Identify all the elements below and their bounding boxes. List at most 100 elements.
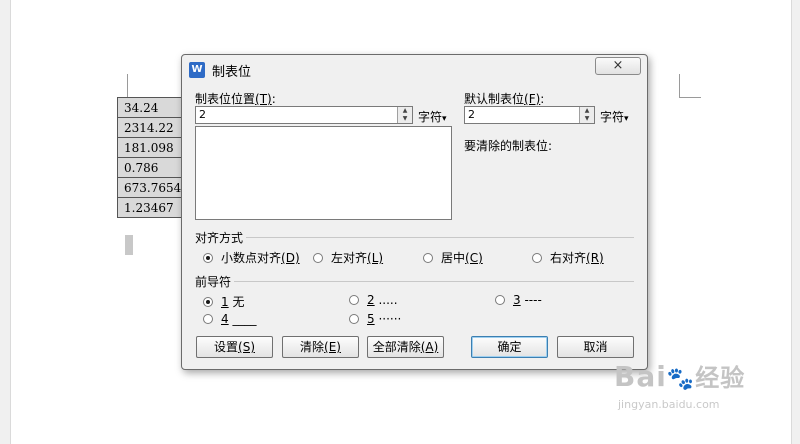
leader-4-number: 4: [221, 312, 229, 326]
clear-all-button-label: 全部清除: [372, 340, 421, 354]
align-right-mnemonic: (R): [586, 251, 604, 265]
default-tab-unit: 字符: [600, 110, 625, 124]
clear-button-label: 清除: [300, 340, 325, 354]
leader-divider: [234, 281, 634, 282]
radio-indicator: [532, 253, 542, 263]
tab-positions-list[interactable]: [195, 126, 452, 220]
default-tab-input[interactable]: 2 ▲ ▼: [464, 106, 595, 124]
radio-indicator: [495, 295, 505, 305]
tab-position-mnemonic: (T): [255, 92, 272, 106]
set-button-mnemonic: (S): [238, 340, 255, 354]
table-cell[interactable]: 1.23467: [116, 197, 183, 218]
leader-2-number: 2: [367, 293, 375, 307]
leader-5-radio[interactable]: 5 ······: [349, 312, 401, 326]
leader-3-number: 3: [513, 293, 521, 307]
align-left-radio[interactable]: 左对齐(L): [313, 249, 383, 266]
clear-button-mnemonic: (E): [324, 340, 341, 354]
leader-2-radio[interactable]: 2 .....: [349, 293, 398, 307]
tab-position-unit-dropdown[interactable]: 字符▾: [418, 108, 447, 125]
number-table[interactable]: 34.24 2314.22 181.098 0.786 673.7654 1.2…: [116, 97, 183, 218]
tab-stops-dialog: W 制表位 × 制表位位置(T): 2 ▲ ▼ 字符▾ 默认制表位(F): 2 ▲…: [181, 54, 648, 370]
leader-1-label: 无: [232, 295, 245, 309]
dropdown-arrow-icon: ▾: [442, 114, 447, 124]
spin-down-icon[interactable]: ▼: [398, 115, 412, 123]
logo-suffix: 经验: [695, 364, 746, 392]
tab-position-spinner[interactable]: ▲ ▼: [397, 107, 412, 123]
selection-bar: [125, 235, 133, 255]
default-tab-label-text: 默认制表位: [464, 92, 525, 106]
set-button[interactable]: 设置(S): [196, 336, 273, 358]
align-right-label: 右对齐: [550, 251, 587, 265]
dropdown-arrow-icon: ▾: [624, 114, 629, 124]
dialog-titlebar[interactable]: W 制表位 ×: [182, 55, 647, 83]
logo-text: Bai: [614, 360, 667, 393]
table-row: 34.24: [116, 97, 183, 118]
dialog-title: 制表位: [212, 65, 252, 80]
radio-indicator: [203, 297, 213, 307]
align-decimal-label: 小数点对齐: [221, 251, 282, 265]
tabs-to-clear-label: 要清除的制表位:: [464, 139, 553, 153]
clear-all-button[interactable]: 全部清除(A): [367, 336, 444, 358]
table-cell[interactable]: 2314.22: [116, 117, 183, 138]
close-button[interactable]: ×: [595, 57, 641, 75]
leader-4-radio[interactable]: 4 ____: [203, 312, 256, 326]
align-center-radio[interactable]: 居中(C): [423, 249, 483, 266]
table-row: 1.23467: [116, 197, 183, 218]
radio-indicator: [349, 295, 359, 305]
ok-button[interactable]: 确定: [471, 336, 548, 358]
radio-indicator: [313, 253, 323, 263]
radio-indicator: [203, 253, 213, 263]
spin-down-icon[interactable]: ▼: [580, 115, 594, 123]
table-cell[interactable]: 34.24: [116, 97, 183, 118]
default-tab-value: 2: [468, 108, 475, 121]
radio-indicator: [203, 314, 213, 324]
tab-position-label-text: 制表位位置: [195, 92, 256, 106]
leader-3-radio[interactable]: 3 ----: [495, 293, 542, 307]
spin-up-icon[interactable]: ▲: [580, 107, 594, 115]
cancel-button[interactable]: 取消: [557, 336, 634, 358]
radio-indicator: [349, 314, 359, 324]
align-left-label: 左对齐: [331, 251, 368, 265]
set-button-label: 设置: [214, 340, 239, 354]
alignment-divider: [246, 237, 634, 238]
clear-button[interactable]: 清除(E): [282, 336, 359, 358]
tab-position-input[interactable]: 2 ▲ ▼: [195, 106, 413, 124]
tab-position-value: 2: [199, 108, 206, 121]
leader-2-label: .....: [378, 293, 398, 307]
alignment-group-label: 对齐方式: [195, 231, 244, 245]
align-right-radio[interactable]: 右对齐(R): [532, 249, 604, 266]
default-tab-spinner[interactable]: ▲ ▼: [579, 107, 594, 123]
align-left-mnemonic: (L): [367, 251, 384, 265]
spin-up-icon[interactable]: ▲: [398, 107, 412, 115]
tab-position-unit: 字符: [418, 110, 443, 124]
leader-3-label: ----: [524, 293, 542, 307]
leader-5-number: 5: [367, 312, 375, 326]
align-decimal-radio[interactable]: 小数点对齐(D): [203, 249, 300, 266]
table-row: 2314.22: [116, 117, 183, 138]
table-row: 0.786: [116, 157, 183, 178]
crop-mark-right-v: [679, 74, 680, 97]
leader-1-radio[interactable]: 1 无: [203, 293, 244, 310]
leader-1-number: 1: [221, 295, 229, 309]
crop-mark-right-h: [679, 97, 701, 98]
paw-icon: 🐾: [666, 367, 696, 392]
tab-position-label: 制表位位置(T):: [195, 92, 276, 106]
leader-4-label: ____: [232, 312, 257, 326]
radio-indicator: [423, 253, 433, 263]
default-tab-label: 默认制表位(F):: [464, 92, 545, 106]
crop-mark-left-v: [127, 74, 128, 97]
wps-writer-icon: W: [189, 62, 205, 78]
table-cell[interactable]: 673.7654: [116, 177, 183, 198]
default-tab-mnemonic: (F): [524, 92, 541, 106]
table-row: 181.098: [116, 137, 183, 158]
table-cell[interactable]: 181.098: [116, 137, 183, 158]
table-cell[interactable]: 0.786: [116, 157, 183, 178]
align-center-mnemonic: (C): [465, 251, 483, 265]
table-row: 673.7654: [116, 177, 183, 198]
baidu-jingyan-watermark: Bai🐾经验 jingyan.baidu.com: [614, 358, 745, 411]
default-tab-unit-dropdown[interactable]: 字符▾: [600, 108, 629, 125]
align-decimal-mnemonic: (D): [281, 251, 300, 265]
align-center-label: 居中: [441, 251, 466, 265]
clear-all-button-mnemonic: (A): [420, 340, 439, 354]
baidu-logo: Bai🐾经验: [614, 358, 745, 393]
